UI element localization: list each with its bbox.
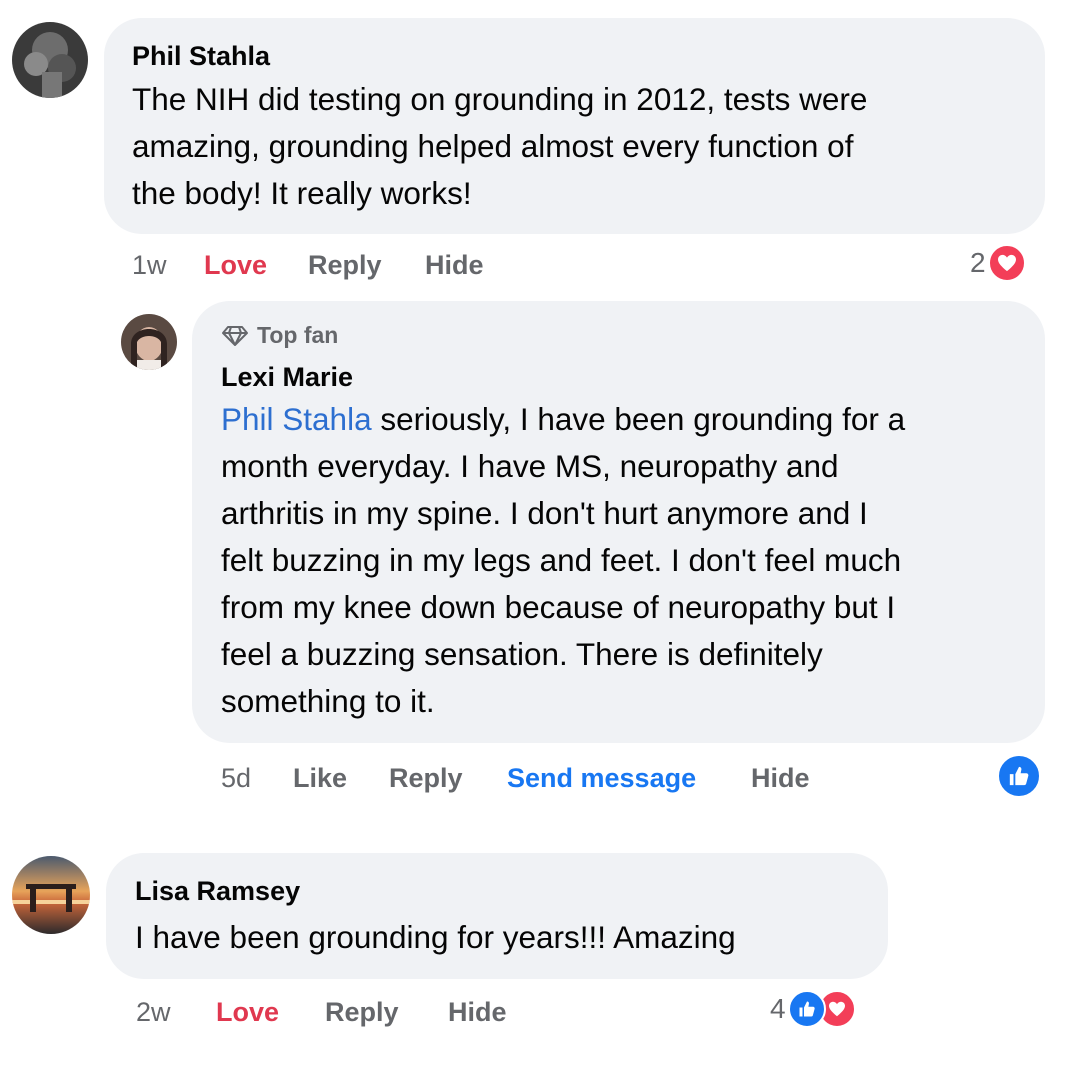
comment-text-line: feel a buzzing sensation. There is defin… — [221, 636, 823, 672]
reaction-count: 4 — [770, 993, 786, 1024]
comment-author[interactable]: Lisa Ramsey — [135, 875, 300, 907]
comment-timestamp[interactable]: 5d — [221, 761, 251, 795]
comment-timestamp[interactable]: 1w — [132, 248, 167, 282]
reaction-count: 2 — [970, 247, 986, 278]
comment-text-line: month everyday. I have MS, neuropathy an… — [221, 448, 839, 484]
avatar-lisa-ramsey[interactable] — [12, 856, 90, 934]
comment-text-fragment: seriously, I have been grounding for a — [371, 401, 906, 437]
comment-text-line: felt buzzing in my legs and feet. I don'… — [221, 542, 902, 578]
avatar-lexi-marie[interactable] — [121, 314, 177, 370]
comment-text-line: something to it. — [221, 683, 435, 719]
send-message-button[interactable]: Send message — [507, 761, 696, 795]
love-button[interactable]: Love — [204, 248, 267, 282]
comment-author[interactable]: Lexi Marie — [221, 361, 353, 393]
hide-button[interactable]: Hide — [448, 995, 507, 1029]
like-icon — [787, 990, 826, 1028]
reply-button[interactable]: Reply — [325, 995, 399, 1029]
heart-icon — [987, 244, 1026, 282]
like-button[interactable]: Like — [293, 761, 347, 795]
comment-text-line: arthritis in my spine. I don't hurt anym… — [221, 495, 868, 531]
reply-button[interactable]: Reply — [308, 248, 382, 282]
reply-button[interactable]: Reply — [389, 761, 463, 795]
comment-author[interactable]: Phil Stahla — [132, 40, 270, 72]
top-fan-label: Top fan — [257, 322, 339, 348]
comment-timestamp[interactable]: 2w — [136, 995, 171, 1029]
reaction-summary[interactable]: 4 — [770, 990, 856, 1028]
diamond-icon — [222, 326, 248, 346]
comment-text-line: Phil Stahla seriously, I have been groun… — [221, 396, 905, 443]
mention-link[interactable]: Phil Stahla — [221, 401, 372, 437]
avatar-phil-stahla[interactable] — [12, 22, 88, 98]
comment-text-line: from my knee down because of neuropathy … — [221, 589, 896, 625]
comment-text-line: the body! It really works! — [132, 175, 472, 211]
like-icon — [997, 754, 1041, 798]
reaction-summary[interactable]: 2 — [970, 244, 1026, 282]
comment-text-line: amazing, grounding helped almost every f… — [132, 128, 854, 164]
love-button[interactable]: Love — [216, 995, 279, 1029]
comment-text-line: I have been grounding for years!!! Amazi… — [135, 919, 736, 955]
top-fan-badge: Top fan — [221, 320, 338, 350]
comment-text-line: The NIH did testing on grounding in 2012… — [132, 81, 868, 117]
reaction-summary[interactable] — [997, 754, 1041, 798]
hide-button[interactable]: Hide — [751, 761, 810, 795]
hide-button[interactable]: Hide — [425, 248, 484, 282]
